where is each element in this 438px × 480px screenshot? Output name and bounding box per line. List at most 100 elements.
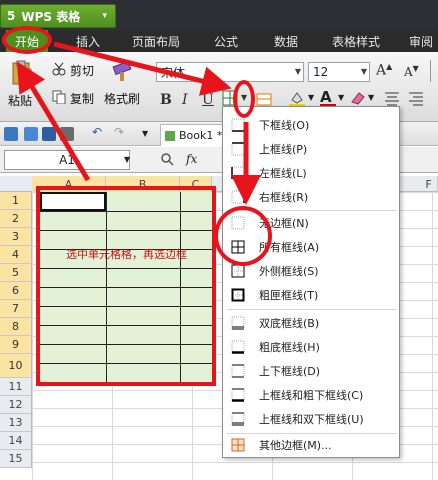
increase-font-icon[interactable]: A▲ [376,62,392,79]
top-double-bottom-border-icon [231,412,245,426]
menu-item-more-borders[interactable]: 其他边框(M)... [223,433,399,457]
underline-button[interactable]: U [202,92,214,108]
cut-button[interactable]: 剪切 [70,62,94,79]
left-border-icon [231,166,245,180]
menu-item-top-double-bottom-border[interactable]: 上框线和双下框线(U) [223,407,399,431]
chevron-down-icon[interactable]: ▼ [338,93,344,102]
chevron-down-icon[interactable]: ▼ [368,93,374,102]
function-button[interactable]: fx [186,152,197,166]
menu-item-label: 其他边框(M)... [259,439,332,452]
app-name: WPS 表格 [21,9,81,24]
top-thick-bottom-border-icon [231,388,245,402]
more-borders-icon [231,438,245,452]
tab-review[interactable]: 审阅 [404,30,438,52]
tab-insert[interactable]: 插入 [68,30,108,52]
tab-table-style[interactable]: 表格样式 [324,30,388,52]
bottom-border-icon [231,118,245,132]
annotation-home-oval [2,26,52,54]
font-size-select[interactable]: 12 ▼ [308,62,370,82]
redo-icon[interactable]: ↷ [114,125,124,139]
copy-icon[interactable] [52,90,66,105]
row-header[interactable]: 14 [0,432,32,450]
workbook-tab-label: Book1 * [179,129,223,142]
row-header[interactable]: 3 [0,228,32,246]
chevron-down-icon: ▼ [294,67,301,76]
save-icon[interactable] [42,127,56,141]
chevron-down-icon[interactable]: ▼ [142,129,148,138]
name-box[interactable]: A1 [4,150,130,170]
menu-item-label: 右框线(R) [259,191,309,204]
row-header[interactable]: 8 [0,318,32,336]
ribbon-divider [430,60,438,82]
row-header[interactable]: 10 [0,354,32,378]
row-header[interactable]: 5 [0,264,32,282]
font-name-select[interactable]: 宋体 ▼ [156,62,304,82]
workbook-tab[interactable]: Book1 * [160,124,230,146]
menu-item-top-thick-bottom-border[interactable]: 上框线和粗下框线(C) [223,383,399,407]
new-file-icon[interactable] [4,127,18,141]
font-name-value: 宋体 [161,65,186,80]
font-color-icon[interactable]: A [320,88,336,108]
align-icon[interactable] [384,90,400,106]
row-header[interactable]: 1 [0,192,32,210]
row-header[interactable]: 11 [0,378,32,396]
paste-button[interactable]: 粘贴 [8,92,32,109]
annotation-border-oval [233,80,255,118]
chevron-down-icon[interactable]: ▼ [308,93,314,102]
sheet-icon [165,130,175,141]
outside-borders-icon [231,264,245,278]
chevron-down-icon: ▾ [102,11,107,21]
menu-item-label: 外侧框线(S) [259,265,319,278]
thick-box-border-icon [231,288,245,302]
align-right-icon[interactable] [408,90,424,106]
app-menu-button[interactable]: 5 WPS 表格 ▾ [0,4,116,28]
row-header[interactable]: 4 [0,246,32,264]
menu-item-left-border[interactable]: 左框线(L) [223,161,399,185]
print-icon[interactable] [60,127,74,141]
chevron-down-icon: ▼ [360,67,367,76]
row-header[interactable]: 12 [0,396,32,414]
row-header[interactable]: 9 [0,336,32,354]
menu-item-label: 左框线(L) [259,167,307,180]
clear-format-icon[interactable] [350,90,366,106]
copy-button[interactable]: 复制 [70,90,94,107]
column-header-f[interactable]: F [420,176,438,192]
merge-cells-icon[interactable] [256,91,274,107]
row-header[interactable]: 13 [0,414,32,432]
row-header[interactable]: 6 [0,282,32,300]
right-border-icon [231,190,245,204]
menu-item-thick-bottom-border[interactable]: 粗底框线(H) [223,335,399,359]
menu-item-label: 上框线和粗下框线(C) [259,389,364,402]
row-header[interactable]: 2 [0,210,32,228]
bold-button[interactable]: B [160,92,172,108]
menu-item-label: 上框线和双下框线(U) [259,413,364,426]
row-header[interactable]: 15 [0,450,32,468]
annotation-all-borders-oval [214,206,272,266]
italic-button[interactable]: I [182,92,188,108]
menu-item-top-bottom-border[interactable]: 上下框线(D) [223,359,399,383]
row-header[interactable]: 7 [0,300,32,318]
menu-item-label: 粗底框线(H) [259,341,320,354]
menu-item-bottom-border[interactable]: 下框线(O) [223,113,399,137]
open-file-icon[interactable] [24,127,38,141]
font-size-value: 12 [313,65,329,79]
tab-page-layout[interactable]: 页面布局 [124,30,188,52]
menu-item-double-bottom-border[interactable]: 双底框线(B) [223,311,399,335]
format-painter-icon[interactable] [110,60,134,82]
top-bottom-border-icon [231,364,245,378]
menu-item-thick-box-border[interactable]: 粗匣框线(T) [223,283,399,307]
format-painter-button[interactable]: 格式刷 [104,90,140,107]
scissors-icon[interactable] [52,62,66,76]
menu-item-right-border[interactable]: 右框线(R) [223,185,399,209]
tab-data[interactable]: 数据 [266,30,306,52]
menu-item-label: 双底框线(B) [259,317,320,330]
decrease-font-icon[interactable]: A▼ [404,64,419,79]
menu-item-top-border[interactable]: 上框线(P) [223,137,399,161]
zoom-icon[interactable] [160,152,174,166]
border-dropdown-menu: 下框线(O) 上框线(P) 左框线(L) 右框线(R) 无边框(N) 所有框线(… [222,106,400,458]
chevron-down-icon[interactable]: ▼ [124,155,130,164]
thick-bottom-border-icon [231,340,245,354]
paste-icon[interactable] [10,60,32,86]
undo-icon[interactable]: ↶ [92,125,102,139]
tab-formulas[interactable]: 公式 [206,30,246,52]
